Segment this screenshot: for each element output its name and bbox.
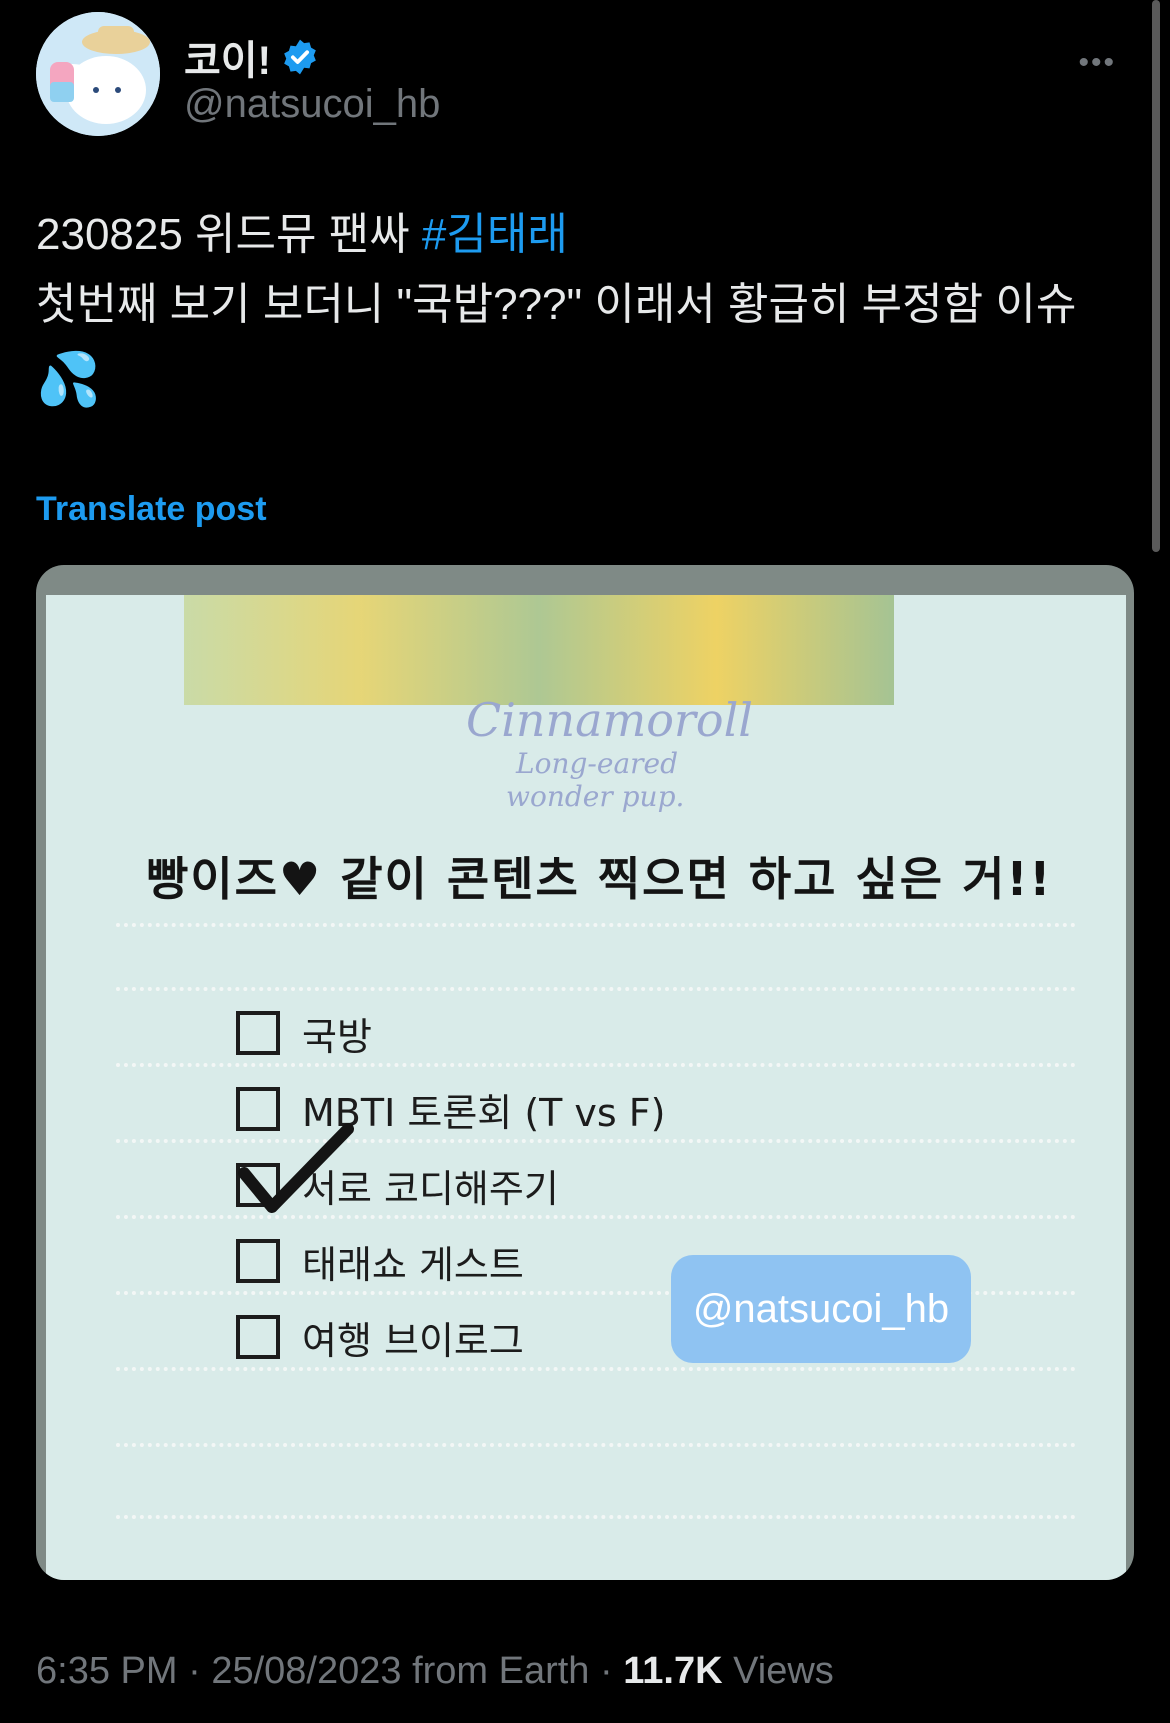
sunflower-tape <box>184 595 894 705</box>
brand-subtitle-2: wonder pup. <box>506 780 685 813</box>
checkmark-icon <box>238 1123 354 1213</box>
checklist-item: 태래쇼 게스트 <box>236 1223 665 1299</box>
checkbox-icon <box>236 1315 280 1359</box>
display-name[interactable]: 코이! <box>184 28 271 86</box>
tweet-text-line1: 230825 위드뮤 팬싸 <box>36 210 422 259</box>
tweet-header: 코이! @natsucoi_hb ••• <box>36 12 1136 136</box>
views-count[interactable]: 11.7K <box>623 1650 722 1692</box>
dotted-line <box>116 1515 1076 1519</box>
checklist-item: 여행 브이로그 <box>236 1299 665 1375</box>
watermark-label: @natsucoi_hb <box>671 1255 971 1363</box>
cinnamoroll-logo: Cinnamoroll Long-eared wonder pup. <box>466 693 753 813</box>
avatar[interactable] <box>36 12 160 136</box>
dotted-line <box>116 1443 1076 1447</box>
hashtag-link[interactable]: #김태래 <box>422 210 568 259</box>
checkbox-icon <box>236 1239 280 1283</box>
tweet-meta: 6:35 PM · 25/08/2023 from Earth · 11.7K … <box>36 1650 834 1693</box>
checklist-item: 국방 <box>236 995 665 1071</box>
checkbox-icon <box>236 1011 280 1055</box>
checklist-item-label: MBTI 토론회 (T vs F) <box>302 1090 666 1135</box>
checklist-item-label: 국방 <box>302 1014 372 1059</box>
memo-heading: 빵이즈♥ 같이 콘텐츠 찍으면 하고 싶은 거!! <box>146 852 1053 906</box>
brand-title: Cinnamoroll <box>466 693 754 747</box>
more-options-icon[interactable]: ••• <box>1078 46 1116 80</box>
tweet-text: 230825 위드뮤 팬싸 #김태래 첫번째 보기 보더니 "국밥???" 이래… <box>36 200 1136 420</box>
checklist-item-label: 태래쇼 게스트 <box>302 1242 524 1287</box>
dotted-line <box>116 987 1076 991</box>
scrollbar[interactable] <box>1152 0 1160 552</box>
brand-subtitle-1: Long-eared <box>516 747 679 780</box>
separator: · <box>188 1650 212 1692</box>
translate-post-link[interactable]: Translate post <box>36 490 267 529</box>
sweat-droplets-emoji: 💦 <box>36 351 101 409</box>
memo-paper: Cinnamoroll Long-eared wonder pup. 빵이즈♥ … <box>46 595 1126 1580</box>
verified-badge-icon <box>284 39 316 75</box>
post-source: from Earth <box>412 1650 590 1692</box>
user-handle[interactable]: @natsucoi_hb <box>184 82 440 127</box>
tweet-text-line2: 첫번째 보기 보더니 "국밥???" 이래서 황급히 부정함 이슈 <box>36 280 1077 329</box>
post-date[interactable]: 25/08/2023 <box>211 1650 401 1692</box>
post-time[interactable]: 6:35 PM <box>36 1650 178 1692</box>
checklist-item-label: 여행 브이로그 <box>302 1318 524 1363</box>
tweet-image[interactable]: Cinnamoroll Long-eared wonder pup. 빵이즈♥ … <box>36 565 1134 1580</box>
separator: · <box>600 1650 624 1692</box>
dotted-line <box>116 923 1076 927</box>
cinnamoroll-avatar-icon <box>36 12 160 136</box>
views-label: Views <box>733 1650 834 1692</box>
